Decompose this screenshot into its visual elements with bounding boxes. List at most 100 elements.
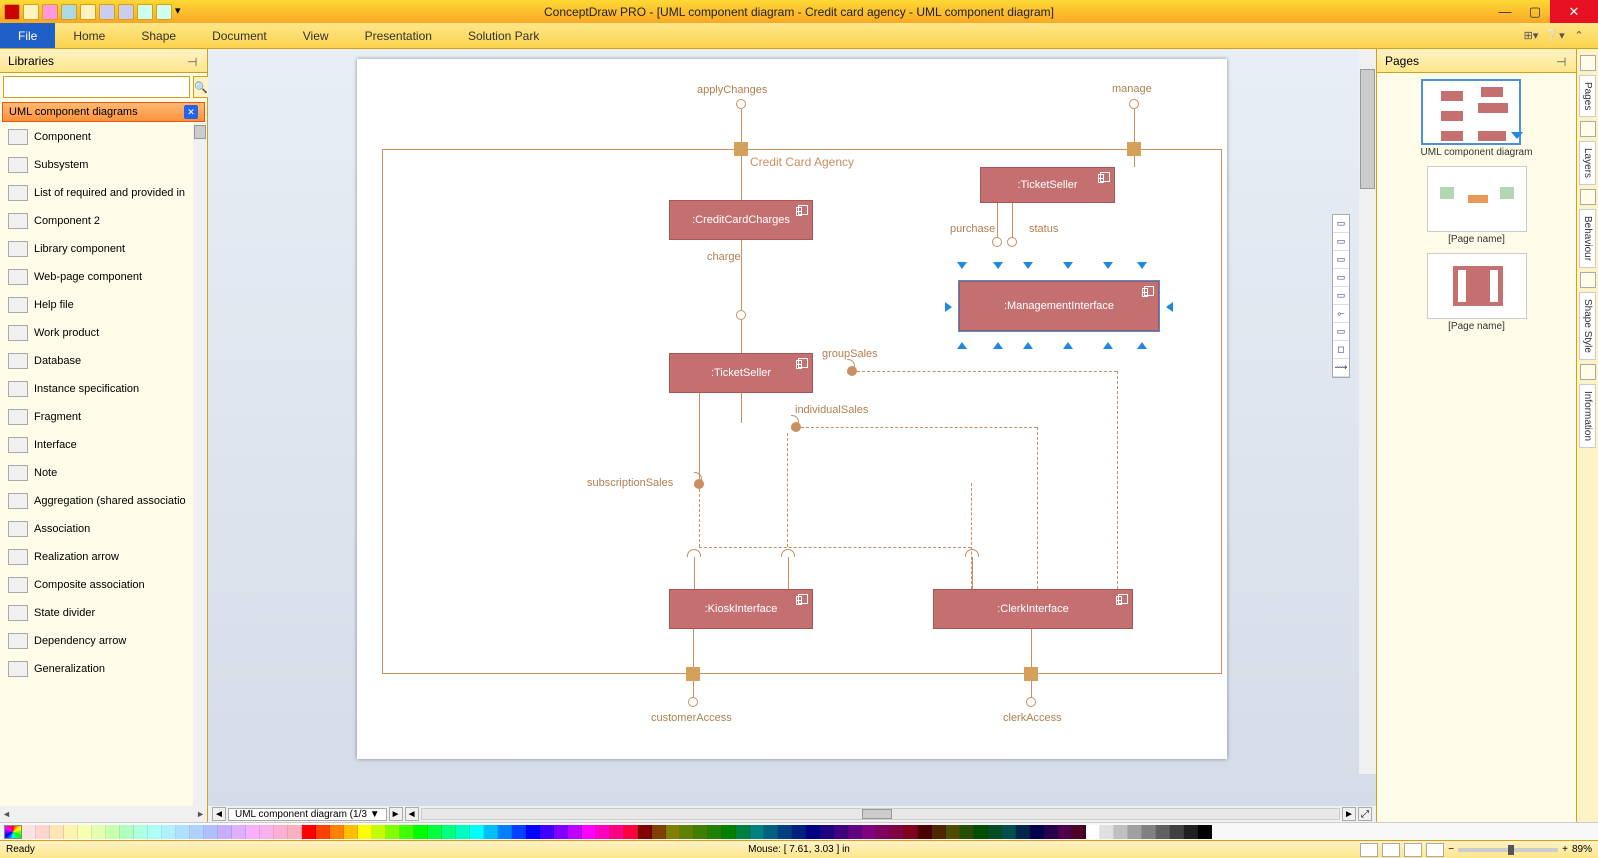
chevron-down-icon[interactable] [1511, 132, 1523, 139]
vtab-information[interactable]: Information [1579, 384, 1596, 448]
color-swatch[interactable] [386, 825, 400, 839]
sheet-prev-icon[interactable]: ◄ [212, 807, 226, 821]
color-swatch[interactable] [498, 825, 512, 839]
library-search-input[interactable] [3, 76, 190, 98]
qat-app-icon[interactable] [4, 4, 20, 20]
component-clerk-interface[interactable]: :ClerkInterface [933, 589, 1133, 629]
color-swatch[interactable] [666, 825, 680, 839]
tab-view[interactable]: View [285, 23, 347, 48]
smart-action-7[interactable]: ▭ [1333, 323, 1349, 341]
minimize-button[interactable]: — [1490, 0, 1520, 23]
color-swatch[interactable] [708, 825, 722, 839]
vtab-behaviour-icon[interactable] [1580, 189, 1596, 205]
qat-more-icon[interactable]: ▾ [175, 4, 191, 20]
canvas-vscroll[interactable] [1359, 49, 1376, 774]
component-management-interface[interactable]: :ManagementInterface [959, 281, 1159, 331]
library-item[interactable]: State divider [0, 599, 207, 627]
qat-new-icon[interactable] [23, 4, 39, 20]
addon-icon[interactable]: ⊞▾ [1522, 27, 1540, 45]
color-swatch[interactable] [680, 825, 694, 839]
color-swatch[interactable] [456, 825, 470, 839]
color-swatch[interactable] [50, 825, 64, 839]
color-swatch[interactable] [610, 825, 624, 839]
library-item[interactable]: Interface [0, 431, 207, 459]
library-item[interactable]: Database [0, 347, 207, 375]
library-item[interactable]: Web-page component [0, 263, 207, 291]
color-swatch[interactable] [260, 825, 274, 839]
zoom-out-icon[interactable]: − [1448, 844, 1454, 855]
color-swatch[interactable] [624, 825, 638, 839]
tab-home[interactable]: Home [55, 23, 123, 48]
color-swatch[interactable] [1002, 825, 1016, 839]
sheet-add-icon[interactable]: ⤢ [1358, 807, 1372, 821]
color-swatch[interactable] [344, 825, 358, 839]
color-swatch[interactable] [162, 825, 176, 839]
color-swatch[interactable] [204, 825, 218, 839]
zoom-in-icon[interactable]: + [1562, 844, 1568, 855]
status-view-4[interactable] [1426, 843, 1444, 857]
color-swatch[interactable] [274, 825, 288, 839]
color-swatch[interactable] [358, 825, 372, 839]
color-swatch[interactable] [694, 825, 708, 839]
help-icon[interactable]: ❔▾ [1546, 27, 1564, 45]
page-thumb-2[interactable] [1427, 166, 1527, 232]
color-swatch[interactable] [22, 825, 36, 839]
color-swatch[interactable] [1184, 825, 1198, 839]
component-kiosk-interface[interactable]: :KioskInterface [669, 589, 813, 629]
color-swatch[interactable] [862, 825, 876, 839]
status-view-2[interactable] [1382, 843, 1400, 857]
library-scrollbar[interactable] [193, 123, 207, 806]
close-library-icon[interactable]: ✕ [184, 105, 198, 119]
color-swatch[interactable] [778, 825, 792, 839]
maximize-button[interactable]: ▢ [1520, 0, 1550, 23]
qat-copy-icon[interactable] [137, 4, 153, 20]
component-ticket-seller[interactable]: :TicketSeller [669, 353, 813, 393]
color-swatch[interactable] [1086, 825, 1100, 839]
tab-document[interactable]: Document [194, 23, 285, 48]
color-swatch[interactable] [78, 825, 92, 839]
color-swatch[interactable] [568, 825, 582, 839]
qat-paste-icon[interactable] [156, 4, 172, 20]
color-swatch[interactable] [414, 825, 428, 839]
pin-icon[interactable]: ⊣ [1556, 55, 1568, 67]
tab-shape[interactable]: Shape [123, 23, 194, 48]
qat-save-icon[interactable] [61, 4, 77, 20]
color-swatch[interactable] [764, 825, 778, 839]
color-swatch[interactable] [1128, 825, 1142, 839]
color-swatch[interactable] [1030, 825, 1044, 839]
color-swatch[interactable] [540, 825, 554, 839]
color-swatch[interactable] [890, 825, 904, 839]
smart-action-5[interactable]: ▭ [1333, 287, 1349, 305]
diagram-page[interactable]: applyChanges manage Credit Card Agency :… [357, 59, 1227, 759]
library-item[interactable]: Library component [0, 235, 207, 263]
status-view-3[interactable] [1404, 843, 1422, 857]
vtab-pages[interactable]: Pages [1579, 75, 1596, 117]
smart-action-1[interactable]: ▭ [1333, 215, 1349, 233]
color-swatch[interactable] [316, 825, 330, 839]
color-swatch[interactable] [974, 825, 988, 839]
canvas-hscroll[interactable] [421, 808, 1340, 820]
color-swatch[interactable] [638, 825, 652, 839]
color-swatch[interactable] [1114, 825, 1128, 839]
color-swatch[interactable] [722, 825, 736, 839]
component-ticket-seller-top[interactable]: :TicketSeller [980, 167, 1115, 203]
color-swatch[interactable] [120, 825, 134, 839]
close-button[interactable]: ✕ [1550, 0, 1598, 23]
smart-action-4[interactable]: ▭ [1333, 269, 1349, 287]
color-swatch[interactable] [218, 825, 232, 839]
color-swatch[interactable] [512, 825, 526, 839]
color-swatch[interactable] [904, 825, 918, 839]
library-group-tab[interactable]: UML component diagrams ✕ [2, 102, 205, 122]
color-swatch[interactable] [526, 825, 540, 839]
color-swatch[interactable] [176, 825, 190, 839]
color-swatch[interactable] [946, 825, 960, 839]
library-item[interactable]: Component [0, 123, 207, 151]
color-swatch[interactable] [1058, 825, 1072, 839]
color-swatch[interactable] [1142, 825, 1156, 839]
vtab-behaviour[interactable]: Behaviour [1579, 209, 1596, 268]
page-thumb-1[interactable] [1421, 79, 1521, 145]
color-swatch[interactable] [106, 825, 120, 839]
qat-open-icon[interactable] [42, 4, 58, 20]
color-swatch[interactable] [750, 825, 764, 839]
qat-redo-icon[interactable] [118, 4, 134, 20]
